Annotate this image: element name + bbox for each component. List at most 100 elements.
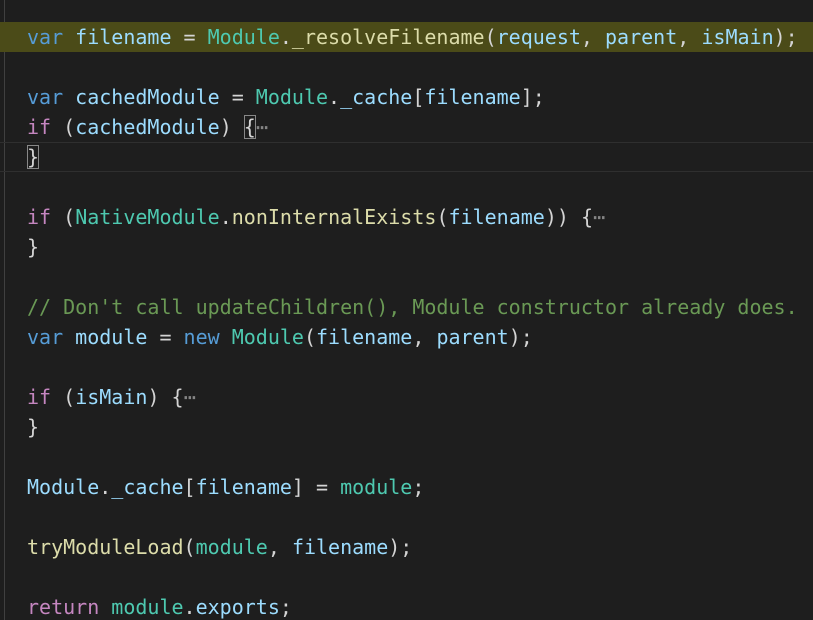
code-line-folded[interactable]: if (isMain) {⋯	[0, 382, 813, 412]
code-line[interactable]: tryModuleLoad(module, filename);	[0, 532, 813, 562]
punctuation: [	[183, 475, 196, 499]
open-brace: {	[580, 205, 593, 229]
class-name: Module	[255, 85, 329, 109]
keyword: new	[183, 325, 220, 349]
close-brace: }	[27, 415, 40, 439]
punctuation: .	[219, 205, 232, 229]
control-keyword: if	[27, 205, 52, 229]
control-keyword: if	[27, 385, 52, 409]
identifier: filename	[291, 535, 389, 559]
punctuation: ,	[580, 25, 606, 49]
identifier: filename	[316, 325, 413, 349]
code-line-text: if (NativeModule.nonInternalExists(filen…	[27, 202, 605, 232]
code-line-text: var cachedModule = Module._cache[filenam…	[27, 82, 545, 112]
identifier: filename	[195, 475, 292, 499]
punctuation: );	[508, 325, 533, 349]
close-brace-matched: }	[27, 145, 40, 169]
punctuation: );	[773, 25, 798, 49]
operator: =	[219, 85, 256, 109]
function-name: _resolveFilename	[291, 25, 485, 49]
code-line-current[interactable]: }	[0, 142, 813, 172]
operator: =	[147, 325, 184, 349]
identifier: module	[195, 535, 268, 559]
code-line-text: Module._cache[filename] = module;	[27, 472, 424, 502]
punctuation: (	[484, 25, 497, 49]
code-line-highlighted[interactable]: var filename = Module._resolveFilename(r…	[0, 22, 813, 52]
code-line[interactable]: }	[0, 412, 813, 442]
identifier: module	[75, 325, 148, 349]
class-name: NativeModule	[75, 205, 220, 229]
identifier: filename	[448, 205, 545, 229]
punctuation: ,	[677, 25, 702, 49]
punctuation: (	[303, 325, 317, 349]
punctuation: .	[279, 25, 292, 49]
code-line-text: }	[27, 232, 39, 262]
punctuation: .	[99, 475, 112, 499]
identifier: Module	[27, 475, 100, 499]
code-line[interactable]: }	[0, 232, 813, 262]
punctuation: [	[412, 85, 425, 109]
fold-ellipsis-icon[interactable]: ⋯	[184, 385, 196, 409]
comment: // Don't call updateChildren(), Module c…	[27, 295, 798, 319]
function-name: tryModuleLoad	[27, 535, 184, 559]
punctuation: (	[51, 205, 76, 229]
code-line[interactable]: var module = new Module(filename, parent…	[0, 322, 813, 352]
code-line-folded[interactable]: if (cachedModule) {⋯	[0, 112, 813, 142]
keyword: var	[27, 325, 64, 349]
punctuation: );	[388, 535, 413, 559]
code-line-comment[interactable]: // Don't call updateChildren(), Module c…	[0, 292, 813, 322]
code-line-text: return module.exports;	[27, 592, 292, 620]
code-line[interactable]: var cachedModule = Module._cache[filenam…	[0, 82, 813, 112]
punctuation: (	[183, 535, 196, 559]
keyword: var	[27, 25, 64, 49]
operator: =	[171, 25, 208, 49]
code-line-text: }	[27, 142, 40, 172]
control-keyword: if	[27, 115, 52, 139]
code-line-text: var filename = Module._resolveFilename(r…	[27, 22, 798, 52]
punctuation: .	[328, 85, 341, 109]
identifier: isMain	[701, 25, 774, 49]
code-line[interactable]: Module._cache[filename] = module;	[0, 472, 813, 502]
punctuation: )	[147, 385, 172, 409]
identifier: request	[496, 25, 581, 49]
punctuation: .	[183, 595, 196, 619]
close-brace: }	[27, 235, 40, 259]
identifier: cachedModule	[75, 115, 220, 139]
fold-ellipsis-icon[interactable]: ⋯	[593, 205, 605, 229]
identifier: parent	[605, 25, 678, 49]
punctuation: ))	[544, 205, 581, 229]
punctuation: ,	[267, 535, 292, 559]
code-line[interactable]: return module.exports;	[0, 592, 813, 620]
identifier: module	[111, 595, 184, 619]
punctuation: (	[436, 205, 449, 229]
function-name: nonInternalExists	[231, 205, 437, 229]
keyword: var	[27, 85, 64, 109]
operator: ] =	[291, 475, 341, 499]
control-keyword: return	[27, 595, 100, 619]
open-brace: {	[171, 385, 184, 409]
code-line-text: }	[27, 412, 39, 442]
punctuation: ;	[412, 475, 425, 499]
punctuation: (	[51, 115, 76, 139]
code-line-folded[interactable]: if (NativeModule.nonInternalExists(filen…	[0, 202, 813, 232]
class-name: Module	[231, 325, 304, 349]
code-line-text: // Don't call updateChildren(), Module c…	[27, 292, 798, 322]
punctuation: ;	[279, 595, 292, 619]
property: exports	[195, 595, 280, 619]
class-name: Module	[207, 25, 280, 49]
code-line-text: if (cachedModule) {⋯	[27, 112, 268, 142]
punctuation: ,	[412, 325, 437, 349]
open-brace-matched: {	[243, 115, 256, 139]
identifier: isMain	[75, 385, 148, 409]
code-editor[interactable]: var filename = Module._resolveFilename(r…	[0, 0, 813, 620]
punctuation: ];	[520, 85, 545, 109]
identifier: filename	[75, 25, 172, 49]
punctuation: (	[51, 385, 76, 409]
identifier: parent	[436, 325, 509, 349]
code-line-text: var module = new Module(filename, parent…	[27, 322, 533, 352]
code-line-text: tryModuleLoad(module, filename);	[27, 532, 412, 562]
fold-ellipsis-icon[interactable]: ⋯	[256, 115, 268, 139]
identifier: cachedModule	[75, 85, 220, 109]
identifier: module	[340, 475, 413, 499]
